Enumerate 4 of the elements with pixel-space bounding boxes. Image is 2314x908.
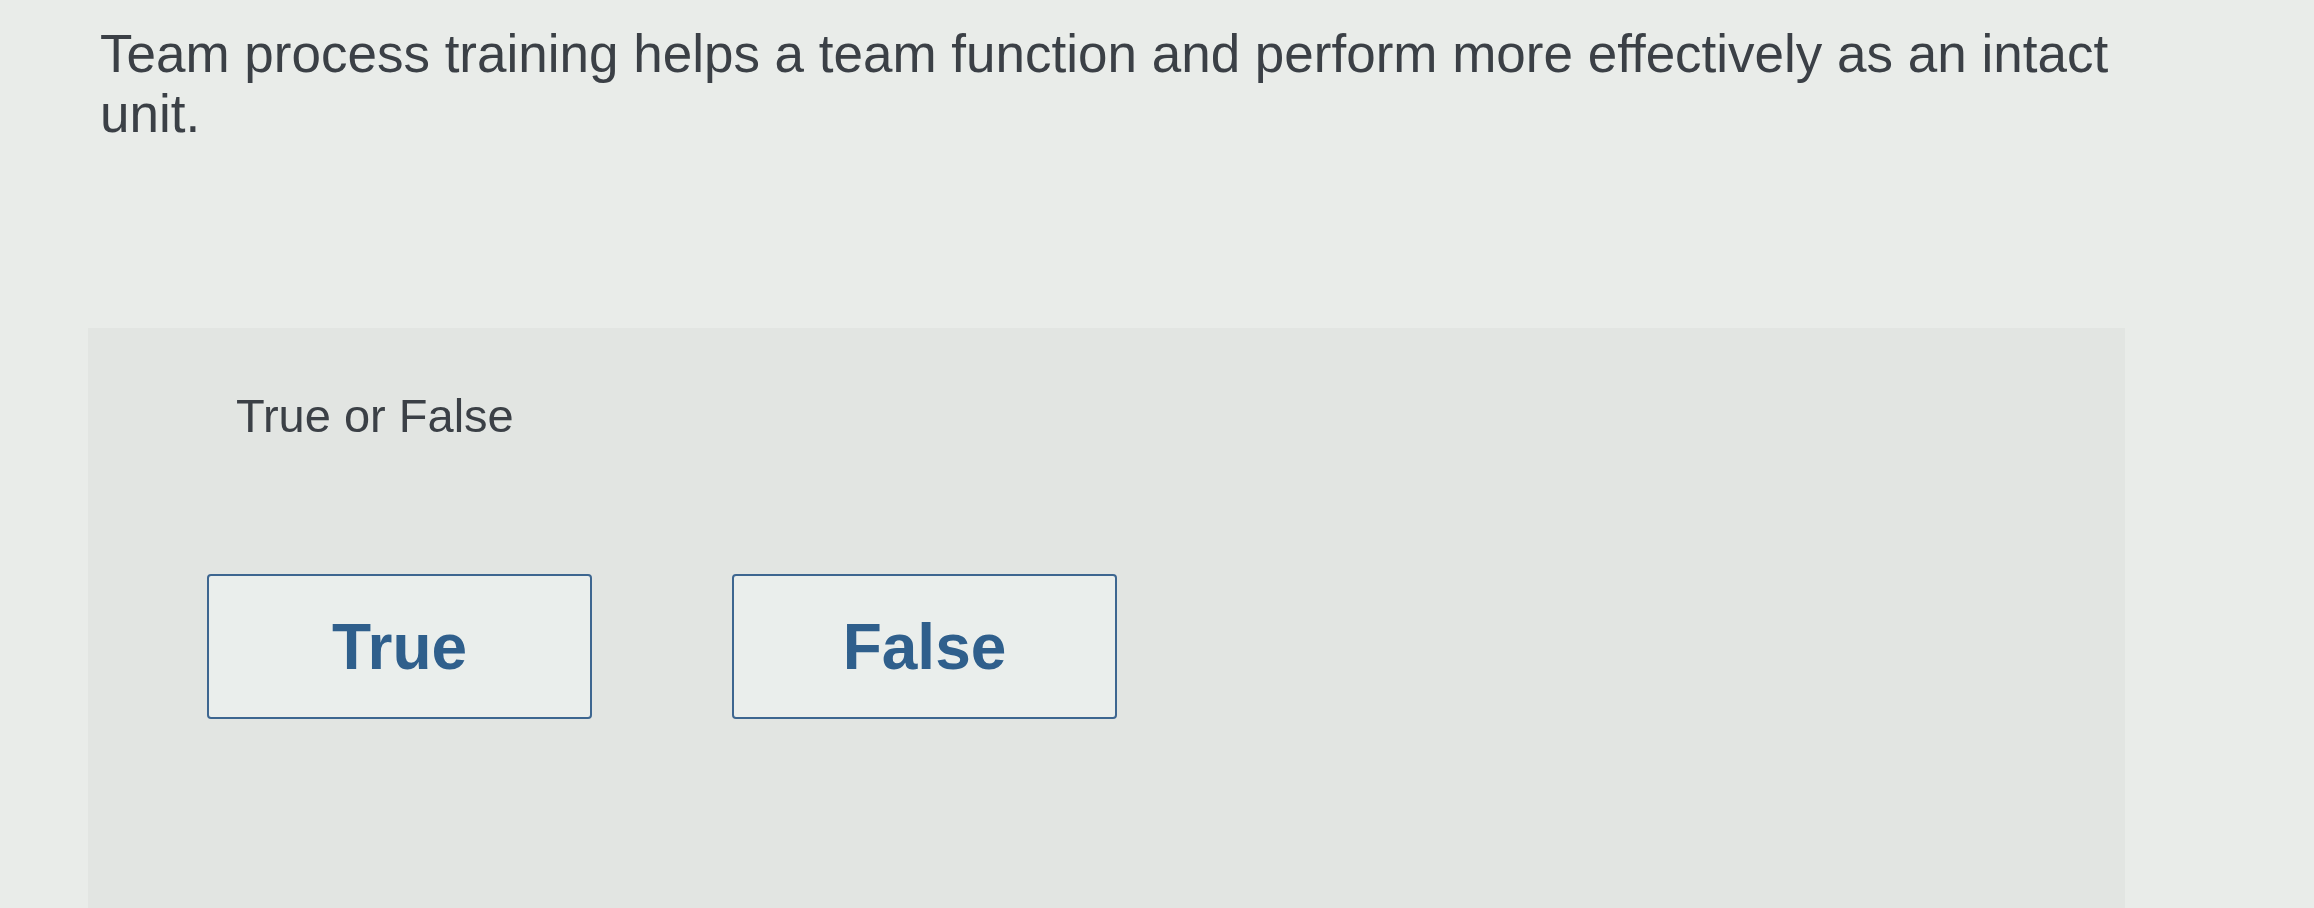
question-text: Team process training helps a team function and perform more effectively as an intact unit. [100, 24, 2110, 144]
answer-choice-button[interactable]: False [732, 574, 1117, 719]
instruction-text: True or False [236, 388, 514, 444]
answer-choice-button[interactable]: True [207, 574, 592, 719]
